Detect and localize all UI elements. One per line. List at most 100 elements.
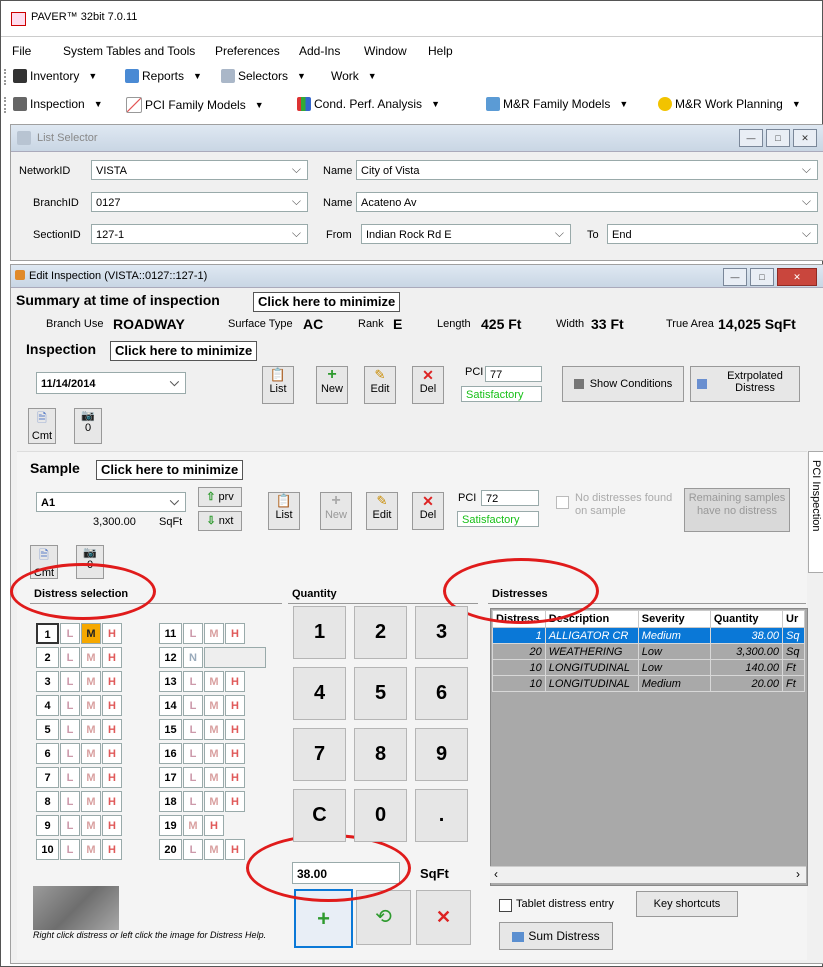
- delete-distress-button[interactable]: ✕: [416, 890, 471, 945]
- distress-5-severity-h[interactable]: H: [102, 719, 122, 740]
- keypad-1-button[interactable]: 1: [293, 606, 346, 659]
- distress-16-severity-l[interactable]: L: [183, 743, 203, 764]
- distress-14-severity-h[interactable]: H: [225, 695, 245, 716]
- distress-20-severity-l[interactable]: L: [183, 839, 203, 860]
- selectors-menu[interactable]: Selectors ▼: [221, 69, 306, 83]
- sample-minimize-button[interactable]: Click here to minimize: [96, 460, 244, 480]
- distress-11-severity-m[interactable]: M: [204, 623, 224, 644]
- maximize-button[interactable]: □: [766, 129, 790, 147]
- pci-inspection-side-tab[interactable]: PCI Inspection: [808, 451, 823, 573]
- distress-20-severity-h[interactable]: H: [225, 839, 245, 860]
- distress-code-9[interactable]: 9: [36, 815, 59, 836]
- distress-code-12[interactable]: 12: [159, 647, 182, 668]
- network-name-select[interactable]: City of Vista: [356, 159, 818, 180]
- distress-code-17[interactable]: 17: [159, 767, 182, 788]
- distress-17-severity-h[interactable]: H: [225, 767, 245, 788]
- keypad-5-button[interactable]: 5: [354, 667, 407, 720]
- distress-19-severity-h[interactable]: H: [204, 815, 224, 836]
- distress-17-severity-l[interactable]: L: [183, 767, 203, 788]
- menu-system-tables[interactable]: System Tables and Tools: [63, 44, 195, 58]
- distress-6-severity-m[interactable]: M: [81, 743, 101, 764]
- distress-16-severity-h[interactable]: H: [225, 743, 245, 764]
- key-shortcuts-button[interactable]: Key shortcuts: [636, 891, 738, 917]
- distress-9-severity-h[interactable]: H: [102, 815, 122, 836]
- distress-4-severity-m[interactable]: M: [81, 695, 101, 716]
- keypad-2-button[interactable]: 2: [354, 606, 407, 659]
- distress-10-severity-m[interactable]: M: [81, 839, 101, 860]
- distress-code-4[interactable]: 4: [36, 695, 59, 716]
- next-sample-button[interactable]: ⇩ nxt: [198, 511, 242, 531]
- distress-code-18[interactable]: 18: [159, 791, 182, 812]
- distress-code-1[interactable]: 1: [36, 623, 59, 644]
- distress-2-severity-l[interactable]: L: [60, 647, 80, 668]
- column-unit[interactable]: Ur: [782, 610, 805, 628]
- branch-select[interactable]: 0127: [91, 191, 308, 212]
- distress-code-16[interactable]: 16: [159, 743, 182, 764]
- column-quantity[interactable]: Quantity: [709, 610, 784, 628]
- distress-code-11[interactable]: 11: [159, 623, 182, 644]
- inspection-minimize-button[interactable]: Click here to minimize: [110, 341, 258, 361]
- close-button[interactable]: ✕: [777, 268, 817, 286]
- distress-9-severity-m[interactable]: M: [81, 815, 101, 836]
- distress-3-severity-m[interactable]: M: [81, 671, 101, 692]
- distress-2-severity-h[interactable]: H: [102, 647, 122, 668]
- table-row[interactable]: 10 LONGITUDINAL Medium 20.00 Ft: [492, 675, 805, 692]
- distress-15-severity-l[interactable]: L: [183, 719, 203, 740]
- minimize-button[interactable]: —: [723, 268, 747, 286]
- distress-code-3[interactable]: 3: [36, 671, 59, 692]
- distress-15-severity-m[interactable]: M: [204, 719, 224, 740]
- keypad-7-button[interactable]: 7: [293, 728, 346, 781]
- keypad-3-button[interactable]: 3: [415, 606, 468, 659]
- keypad-clear-button[interactable]: C: [293, 789, 346, 842]
- inspection-menu[interactable]: Inspection ▼: [13, 97, 103, 111]
- distress-code-8[interactable]: 8: [36, 791, 59, 812]
- extrapolated-distress-button[interactable]: Extrpolated Distress: [690, 366, 800, 402]
- no-distress-checkbox[interactable]: [556, 496, 569, 509]
- show-conditions-button[interactable]: Show Conditions: [562, 366, 684, 402]
- work-menu[interactable]: Work ▼: [331, 69, 377, 83]
- distress-code-10[interactable]: 10: [36, 839, 59, 860]
- distress-18-severity-l[interactable]: L: [183, 791, 203, 812]
- distress-code-13[interactable]: 13: [159, 671, 182, 692]
- distress-15-severity-h[interactable]: H: [225, 719, 245, 740]
- keypad-decimal-button[interactable]: .: [415, 789, 468, 842]
- distress-17-severity-m[interactable]: M: [204, 767, 224, 788]
- to-select[interactable]: End: [607, 223, 818, 244]
- table-row[interactable]: 10 LONGITUDINAL Low 140.00 Ft: [492, 659, 805, 676]
- menu-window[interactable]: Window: [364, 44, 407, 58]
- keypad-4-button[interactable]: 4: [293, 667, 346, 720]
- distress-code-6[interactable]: 6: [36, 743, 59, 764]
- distress-14-severity-m[interactable]: M: [204, 695, 224, 716]
- close-button[interactable]: ✕: [793, 129, 817, 147]
- inventory-menu[interactable]: Inventory ▼: [13, 69, 97, 83]
- section-select[interactable]: 127-1: [91, 223, 308, 244]
- distress-4-severity-h[interactable]: H: [102, 695, 122, 716]
- distress-code-14[interactable]: 14: [159, 695, 182, 716]
- menu-help[interactable]: Help: [428, 44, 453, 58]
- distress-1-severity-h[interactable]: H: [102, 623, 122, 644]
- distress-13-severity-h[interactable]: H: [225, 671, 245, 692]
- keypad-9-button[interactable]: 9: [415, 728, 468, 781]
- distress-16-severity-m[interactable]: M: [204, 743, 224, 764]
- sample-list-button[interactable]: 📋 List: [268, 492, 300, 530]
- distress-5-severity-m[interactable]: M: [81, 719, 101, 740]
- distress-6-severity-h[interactable]: H: [102, 743, 122, 764]
- delete-button[interactable]: ✕ Del: [412, 366, 444, 404]
- distress-19-severity-m[interactable]: M: [183, 815, 203, 836]
- inspection-date-select[interactable]: 11/14/2014: [36, 371, 186, 394]
- horizontal-scrollbar[interactable]: ‹ ›: [490, 866, 806, 883]
- distress-8-severity-l[interactable]: L: [60, 791, 80, 812]
- remaining-samples-button[interactable]: Remaining samples have no distress: [684, 488, 790, 532]
- distress-12-n[interactable]: N: [183, 647, 203, 668]
- distress-3-severity-l[interactable]: L: [60, 671, 80, 692]
- distress-14-severity-l[interactable]: L: [183, 695, 203, 716]
- distress-20-severity-m[interactable]: M: [204, 839, 224, 860]
- table-row[interactable]: 1 ALLIGATOR CR Medium 38.00 Sq: [492, 627, 805, 644]
- keypad-8-button[interactable]: 8: [354, 728, 407, 781]
- distress-7-severity-l[interactable]: L: [60, 767, 80, 788]
- maximize-button[interactable]: □: [750, 268, 774, 286]
- distress-10-severity-l[interactable]: L: [60, 839, 80, 860]
- distress-8-severity-h[interactable]: H: [102, 791, 122, 812]
- sample-edit-button[interactable]: ✎ Edit: [366, 492, 398, 530]
- distress-2-severity-m[interactable]: M: [81, 647, 101, 668]
